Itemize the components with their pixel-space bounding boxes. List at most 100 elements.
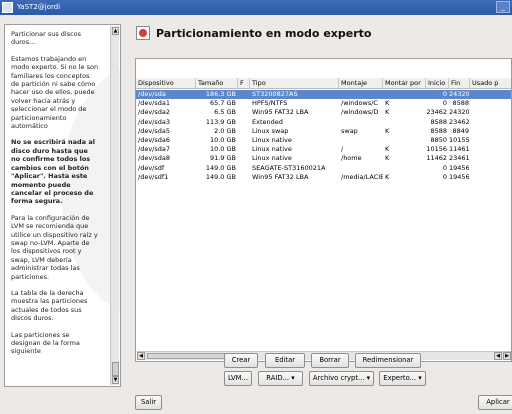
minimize-icon[interactable]: _ — [496, 1, 510, 13]
cell-end: 8849 — [452, 126, 469, 135]
table-row[interactable]: /dev/sda1 65.7 GB HPFS/NTFS/windows/C K 0 858… — [136, 99, 511, 108]
table-row[interactable]: /dev/sda6 10.0 GB Linux native 8850 10155 — [136, 136, 511, 145]
resize-button[interactable]: Redimensionar — [355, 353, 421, 368]
partition-icon — [136, 26, 150, 40]
table-row[interactable]: /dev/sda3 113.9 GB Extended 8588 23462 — [136, 117, 511, 127]
scroll-left-icon[interactable]: ◀ — [137, 352, 145, 360]
cell-device: /dev/sdf — [138, 163, 165, 172]
table-row[interactable]: /dev/sda8 91.9 GB Linux native/home K 11462 2… — [136, 154, 511, 163]
help-paragraph: Las particiones se designan de la forma … — [11, 330, 80, 356]
cell-type: ST3200827AS — [252, 90, 298, 98]
help-scrollbar[interactable]: ▲ ▼ — [110, 26, 119, 385]
footer-bar: Salir Aplicar — [0, 390, 512, 414]
cell-end: 24320 — [449, 90, 469, 98]
cell-device: /dev/sda2 — [138, 108, 170, 117]
col-f[interactable]: F — [238, 78, 250, 89]
edit-button[interactable]: Editar — [265, 353, 305, 368]
cell-end: 23461 — [449, 154, 469, 163]
table-row[interactable]: /dev/sda2 6.5 GB Win95 FAT32 LBA/windows/D… — [136, 108, 511, 117]
chevron-down-icon: ▾ — [291, 374, 295, 382]
cell-size: 10.0 GB — [209, 136, 236, 144]
table-row[interactable]: /dev/sda 186.3 GB ST3200827AS 0 24320 — [136, 90, 511, 100]
scroll-up-icon[interactable]: ▲ — [112, 27, 119, 35]
table-row[interactable]: /dev/sdf 149.0 GB SEAGATE-ST3160021A 0 19456 — [136, 163, 511, 173]
create-button[interactable]: Crear — [224, 353, 258, 368]
lvm-button[interactable]: LVM... — [224, 371, 252, 386]
yast-app-icon — [2, 2, 13, 13]
col-size[interactable]: Tamaño — [196, 78, 238, 89]
cell-device: /dev/sdf1 — [138, 172, 169, 181]
cell-type: SEAGATE-ST3160021A — [252, 163, 326, 172]
partition-table[interactable]: Dispositivo Tamaño F Tipo Montaje Montar… — [135, 58, 512, 362]
quit-button[interactable]: Salir — [135, 395, 162, 410]
page-title: Particionamiento en modo experto — [156, 27, 372, 40]
cell-size: 113.9 GB — [205, 117, 236, 126]
cell-start: 8588 — [430, 117, 447, 126]
cell-end: 8588 — [452, 99, 469, 108]
col-start[interactable]: Inicio — [426, 78, 449, 89]
scroll-left-icon[interactable]: ◀ — [494, 352, 502, 360]
delete-button[interactable]: Borrar — [311, 353, 349, 368]
cell-by: K — [385, 126, 390, 135]
raid-label: RAID... — [266, 374, 290, 382]
cell-size: 149.0 GB — [205, 163, 236, 172]
help-paragraph: Para la configuración de LVM se recomien… — [11, 213, 98, 281]
cell-end: 11461 — [449, 145, 469, 154]
col-device[interactable]: Dispositivo — [136, 78, 196, 89]
help-panel: Particionar sus discos duros... Estamos … — [4, 24, 121, 387]
help-paragraph: La tabla de la derecha muestra las parti… — [11, 288, 88, 323]
scroll-down-icon[interactable]: ▼ — [112, 376, 119, 384]
chevron-down-icon: ▾ — [418, 374, 422, 382]
window-titlebar[interactable]: YaST2@jordi _ — [0, 0, 512, 15]
cell-mount: /windows/D — [341, 108, 379, 117]
cell-end: 24320 — [449, 108, 469, 117]
help-scroll-thumb[interactable] — [112, 362, 119, 376]
cell-type: Linux swap — [252, 126, 289, 135]
cell-start: 10156 — [426, 145, 447, 154]
cell-device: /dev/sda8 — [138, 154, 170, 163]
help-paragraph: Estamos trabajando en modo experto. Si n… — [11, 54, 99, 131]
cell-type: Linux native — [252, 136, 292, 144]
cell-by: K — [385, 145, 390, 154]
cell-by: K — [385, 108, 390, 117]
raid-menu-button[interactable]: RAID... ▾ — [258, 371, 303, 386]
cell-mount: /windows/C — [341, 99, 378, 108]
cell-type: HPFS/NTFS — [252, 99, 288, 108]
cell-end: 10155 — [449, 136, 469, 144]
expert-menu-button[interactable]: Experto... ▾ — [379, 371, 426, 386]
cell-size: 186.3 GB — [205, 90, 236, 98]
cell-type: Linux native — [252, 154, 292, 163]
cell-device: /dev/sda1 — [138, 99, 170, 108]
table-row[interactable]: /dev/sda7 10.0 GB Linux native / K 10156 11461 — [136, 145, 511, 154]
expert-label: Experto... — [383, 374, 417, 382]
cell-mount: / — [341, 145, 344, 154]
table-scroll-thumb[interactable] — [147, 353, 235, 359]
col-used-by[interactable]: Usado p — [470, 78, 511, 89]
cell-device: /dev/sda7 — [138, 145, 170, 154]
cell-size: 91.9 GB — [209, 154, 236, 163]
col-mount-by[interactable]: Montar por — [383, 78, 426, 89]
col-type[interactable]: Tipo — [250, 78, 339, 89]
page-title-wrap: Particionamiento en modo experto — [136, 24, 371, 44]
cell-device: /dev/sda6 — [138, 136, 170, 144]
scroll-right-icon[interactable]: ▶ — [503, 352, 511, 360]
crypt-file-menu-button[interactable]: Archivo crypt... ▾ — [309, 371, 374, 386]
window-title: YaST2@jordi — [17, 3, 61, 11]
col-mount[interactable]: Montaje — [339, 78, 383, 89]
cell-start: 8850 — [430, 136, 447, 144]
cell-type: Win95 FAT32 LBA — [252, 172, 309, 181]
help-paragraph: Particionar sus discos duros... — [11, 30, 82, 47]
cell-start: 0 — [442, 172, 447, 181]
col-end[interactable]: Fin — [449, 78, 470, 89]
table-row[interactable]: /dev/sda5 2.0 GB Linux swap swap K 8588 8849 — [136, 126, 511, 136]
cell-mount: /home — [341, 154, 362, 163]
chevron-down-icon: ▾ — [366, 374, 371, 382]
cell-start: 23462 — [426, 108, 447, 117]
table-row[interactable]: /dev/sdf1 149.0 GB Win95 FAT32 LBA/media/L… — [136, 172, 511, 182]
help-paragraph: No se escribirá nada al disco duro hasta… — [11, 138, 95, 206]
cell-size: 6.5 GB — [214, 108, 236, 117]
cell-start: 0 — [442, 163, 447, 172]
cell-type: Linux native — [252, 145, 292, 154]
crypt-label: Archivo crypt... — [312, 374, 365, 382]
apply-button[interactable]: Aplicar — [478, 395, 512, 410]
